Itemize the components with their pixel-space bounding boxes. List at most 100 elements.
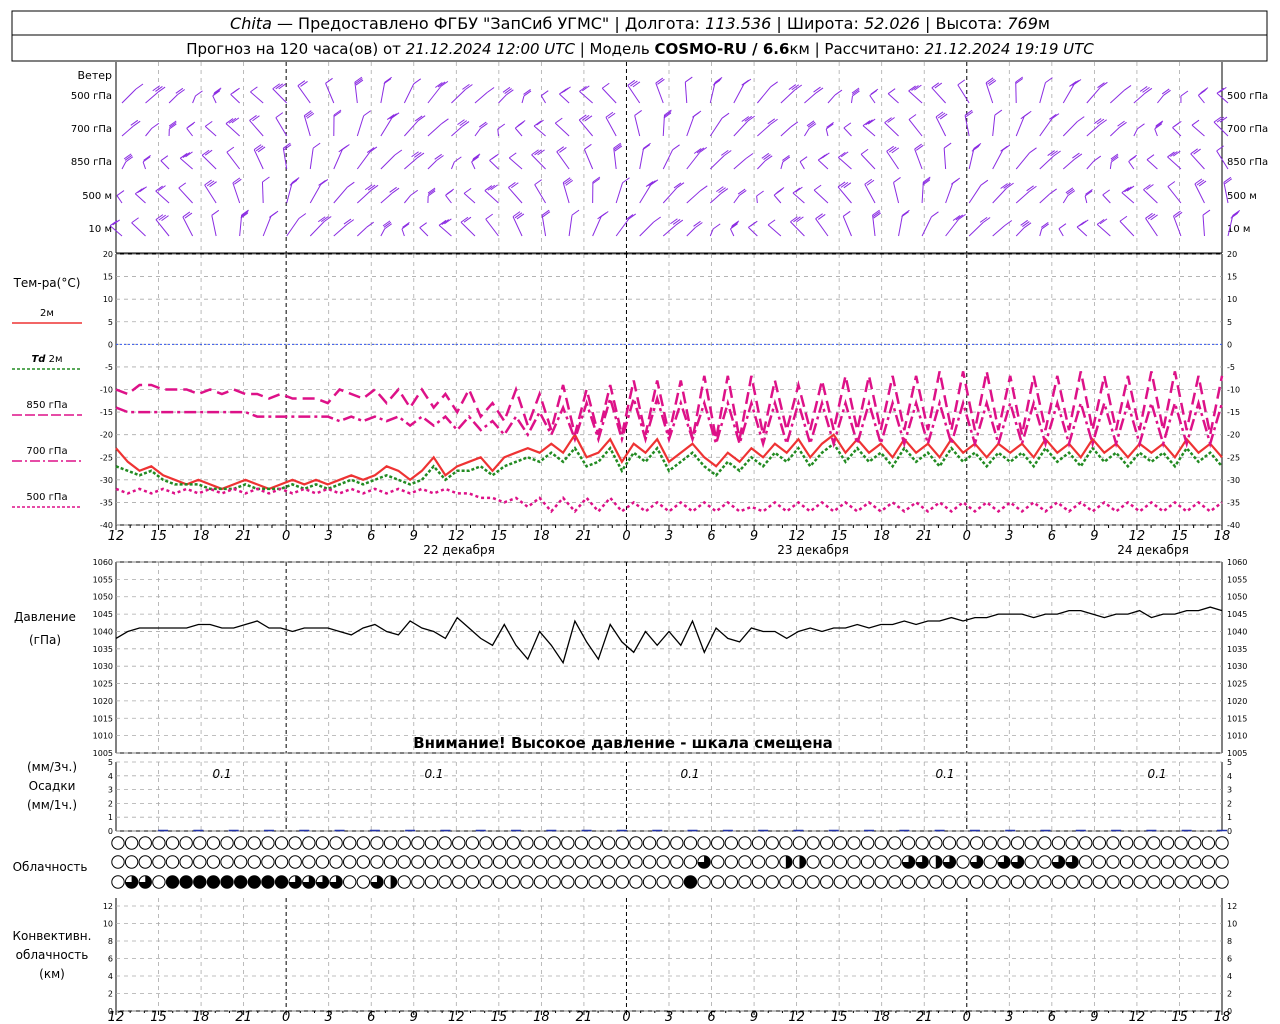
wind-barb-flag — [347, 181, 355, 188]
wind-barb — [155, 214, 170, 237]
cloud-circle — [1201, 875, 1216, 889]
header-alt-label: Высота: — [936, 14, 1003, 33]
wind-level-700hpa-right: 700 гПа — [1227, 124, 1268, 135]
cloud-circle — [247, 875, 261, 889]
bottom-axis-hour-label: 6 — [367, 1010, 375, 1024]
wind-barb-staff — [380, 82, 386, 104]
cloud-symbol — [138, 836, 152, 850]
wind-barb-staff — [945, 219, 959, 237]
wind-barb-flag — [1123, 85, 1132, 91]
wind-barb-staff — [985, 82, 994, 104]
cloud-symbol — [1079, 836, 1093, 850]
wind-barb — [1109, 120, 1127, 137]
wind-barb-staff — [914, 148, 923, 170]
wind-barb-flag — [410, 189, 419, 196]
cloud-circle — [315, 855, 330, 869]
wind-barb — [540, 90, 549, 104]
temp-ytick-right: -5 — [1227, 363, 1235, 372]
wind-barb-flag — [1124, 186, 1132, 193]
temp-ytick-right: -15 — [1227, 408, 1240, 417]
cloud-circle — [343, 855, 357, 869]
wind-barb — [508, 152, 523, 170]
wind-barb — [639, 216, 661, 237]
cloud-circle — [588, 836, 602, 850]
wind-barb-flag — [1099, 119, 1107, 126]
temp-ytick-left: -25 — [100, 453, 113, 462]
cloud-symbol — [1119, 836, 1134, 850]
pressure-ytick-left: 1030 — [93, 662, 113, 671]
cloud-symbol — [629, 875, 643, 889]
wind-barb — [1086, 81, 1108, 104]
cloud-circle — [615, 836, 629, 850]
wind-barb-staff — [531, 154, 546, 170]
wind-barb-flag — [160, 155, 169, 162]
cloud-circle — [506, 836, 520, 850]
wind-barb-flag — [643, 142, 651, 149]
wind-barb-flag — [1119, 215, 1128, 222]
cloud-symbol — [302, 875, 316, 889]
wind-barb-flag — [767, 118, 776, 125]
cloud-symbol — [370, 855, 384, 869]
meteogram: Chita — Предоставлено ФГБУ "ЗапСиб УГМС"… — [0, 0, 1280, 1024]
wind-barb-staff — [931, 87, 946, 104]
wind-barb-staff — [534, 184, 547, 204]
wind-barb-staff — [804, 92, 817, 104]
cloud-circle — [452, 836, 466, 850]
wind-barb-flag — [670, 218, 678, 225]
wind-barb-flag — [320, 179, 329, 185]
mid-axis-hour-label: 15 — [1171, 529, 1188, 544]
cloud-symbol — [179, 875, 193, 889]
wind-barb-flag — [822, 152, 830, 159]
wind-barb-flag — [776, 187, 785, 193]
wind-barb-flag — [1137, 123, 1145, 130]
wind-barb-flag — [642, 144, 651, 151]
header-calc: 21.12.2024 19:19 UTC — [925, 40, 1095, 58]
cloud-circle — [588, 875, 602, 889]
conv-ytick-right: 2 — [1227, 990, 1232, 999]
mid-axis-hour-label: 6 — [367, 529, 375, 544]
cloud-symbol — [520, 836, 534, 850]
cloud-circle — [356, 855, 371, 869]
wind-barb-staff — [862, 125, 876, 137]
cloud-symbol — [343, 875, 357, 889]
wind-barb — [427, 153, 444, 170]
cloud-circle — [765, 875, 779, 889]
cloud-symbol — [547, 855, 561, 869]
mid-axis-hour-label: 18 — [873, 529, 890, 544]
wind-barb-staff — [757, 123, 771, 137]
cloud-symbol — [465, 836, 480, 850]
cloud-circle — [751, 875, 766, 889]
cloud-circle — [833, 855, 848, 869]
cloud-circle — [274, 875, 289, 889]
wind-barb-staff — [1213, 121, 1229, 137]
cloud-symbol — [1160, 855, 1175, 869]
wind-barb — [1039, 113, 1060, 137]
wind-barb-flag — [401, 223, 410, 230]
cloud-symbol — [274, 875, 289, 889]
cloud-circle — [465, 836, 480, 850]
wind-barb — [333, 109, 342, 137]
wind-barb-flag — [931, 82, 940, 89]
conv-grid: 12 1210 108 86 64 42 20 0 — [103, 898, 1237, 1016]
wind-barb — [186, 121, 196, 137]
wind-barb-flag — [132, 120, 141, 127]
cloud-circle — [683, 855, 698, 869]
wind-barb — [485, 213, 499, 237]
cloud-symbol — [152, 855, 166, 869]
cloud-symbol — [1133, 855, 1147, 869]
cloud-circle — [547, 855, 561, 869]
cloud-circle — [929, 875, 943, 889]
cloud-circle — [206, 875, 221, 889]
conv-ytick-right: 4 — [1227, 972, 1232, 981]
wind-barb-flag — [860, 148, 869, 155]
wind-barb-staff — [992, 187, 1007, 204]
pressure-ytick-left: 1015 — [93, 714, 113, 723]
wind-barb-flag — [870, 88, 879, 95]
cloud-symbol — [138, 855, 152, 869]
wind-barb — [908, 114, 923, 137]
wind-barb-staff — [601, 87, 617, 104]
cloud-circle — [929, 836, 943, 850]
cloud-circle — [792, 836, 807, 850]
cloud-symbol — [901, 875, 916, 889]
cloud-circle — [492, 875, 507, 889]
